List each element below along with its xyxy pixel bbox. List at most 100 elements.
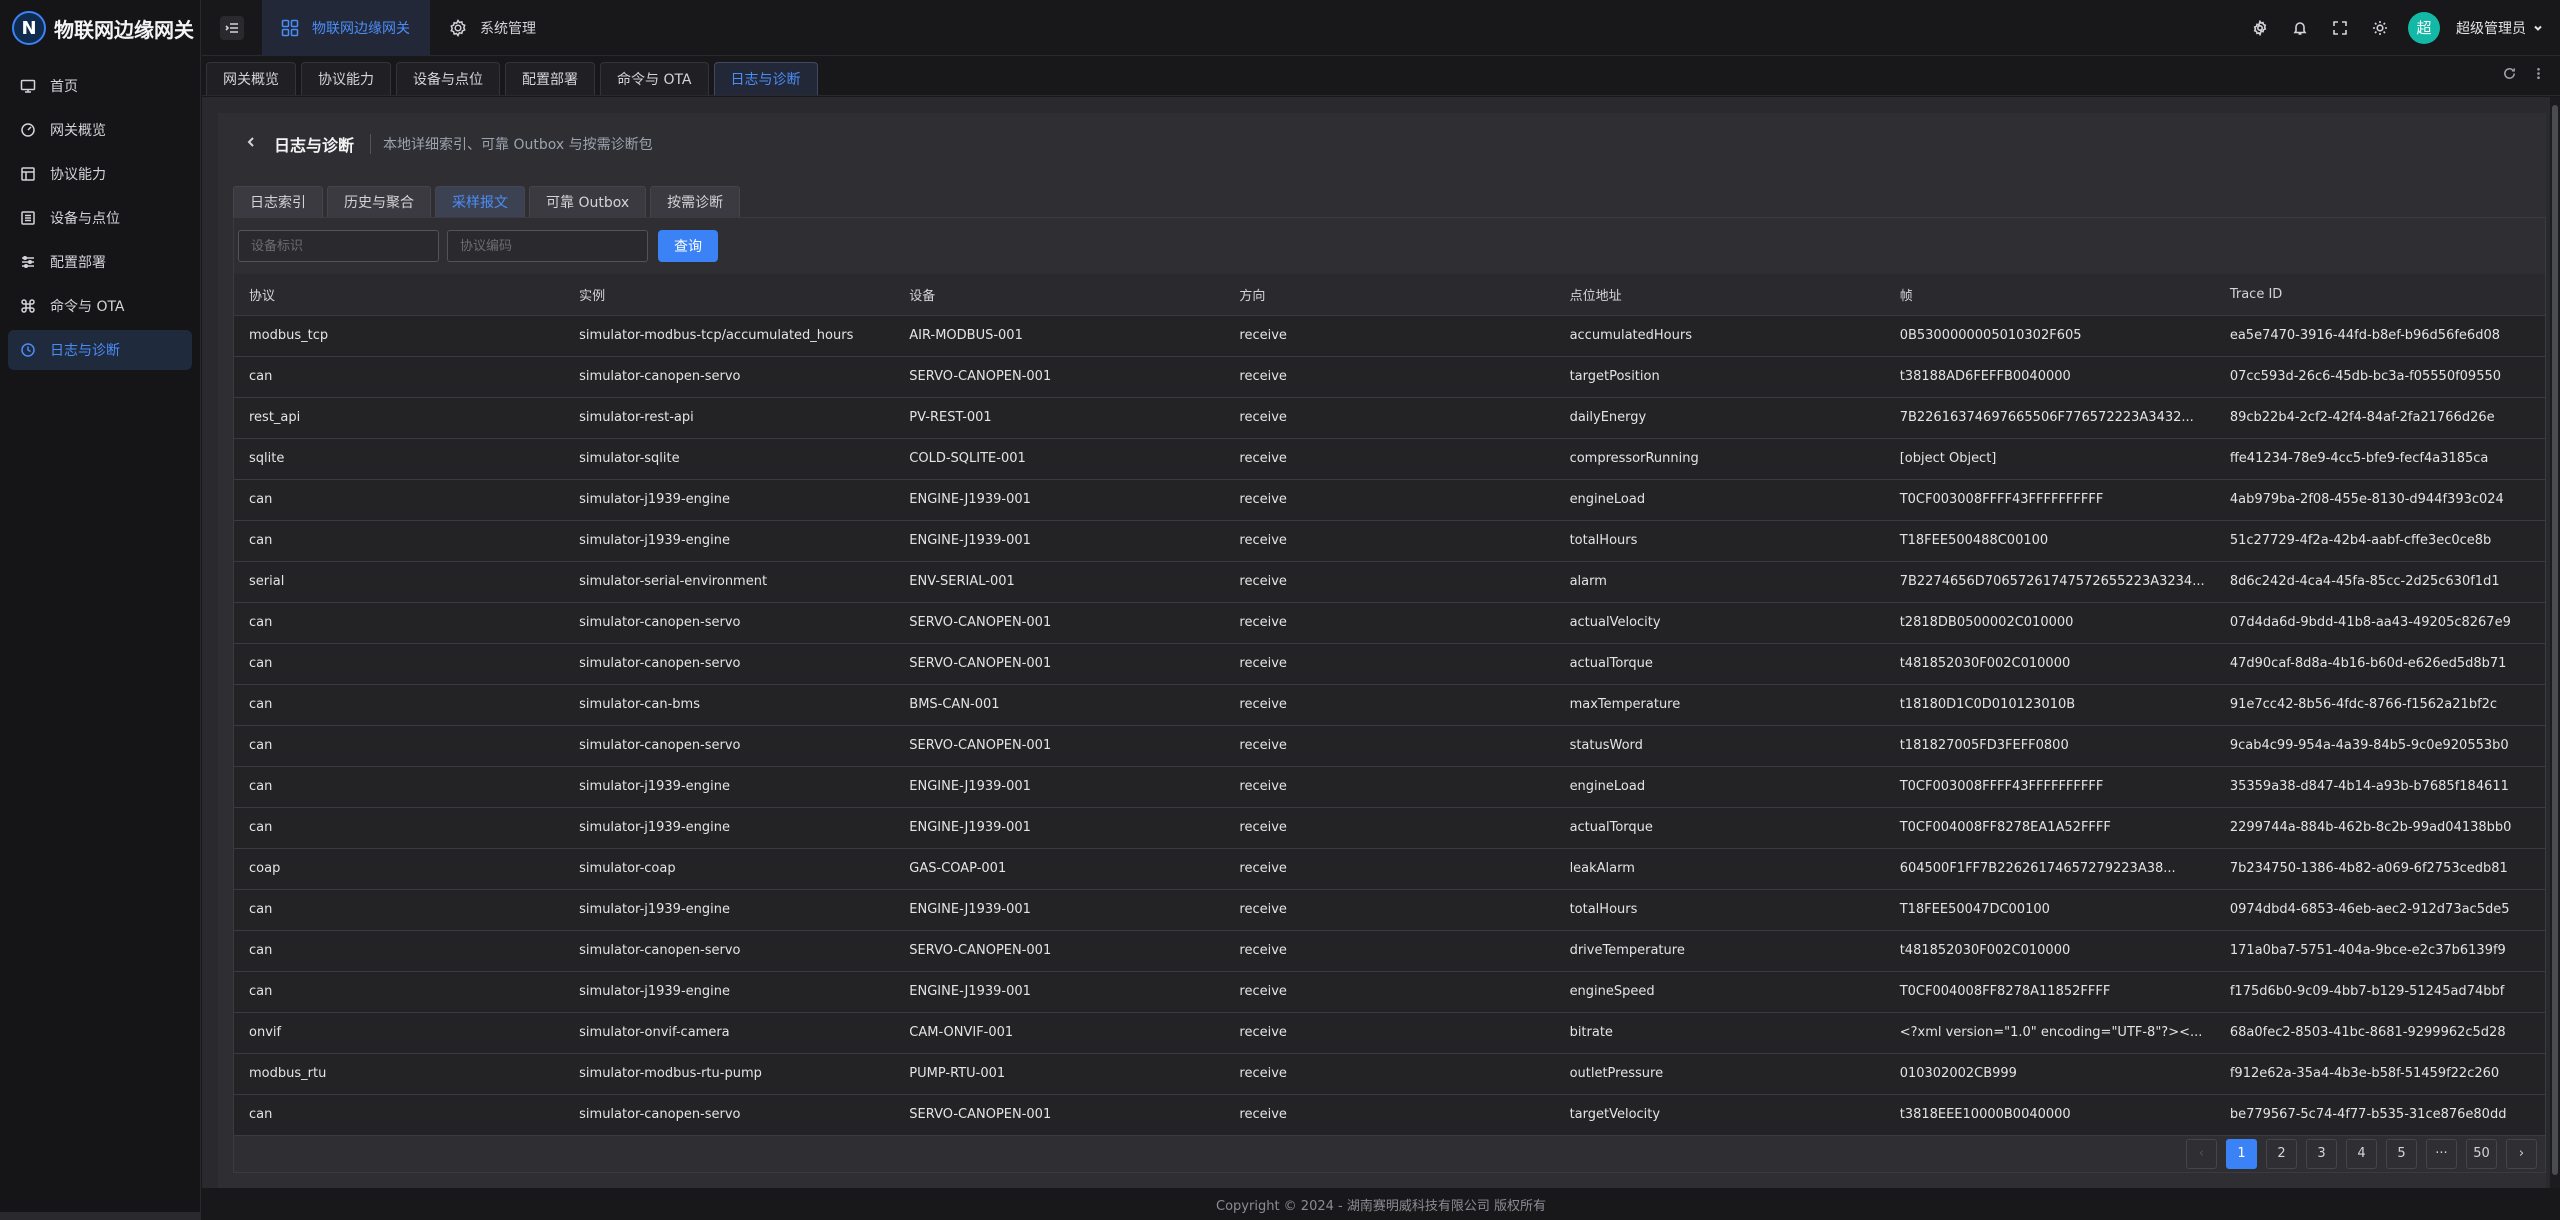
page-4[interactable]: 4 xyxy=(2346,1138,2377,1169)
col-protocol-cell: onvif xyxy=(234,1012,565,1054)
table-row[interactable]: can simulator-j1939-engine ENGINE-J1939-00… xyxy=(234,520,2545,562)
col-trace-id-cell: f912e62a-35a4-4b3e-b58f-51459f22c260 xyxy=(2214,1053,2545,1095)
page-50[interactable]: 50 xyxy=(2466,1138,2497,1169)
table-row[interactable]: can simulator-j1939-engine ENGINE-J1939-00… xyxy=(234,479,2545,521)
table-row[interactable]: can simulator-j1939-engine ENGINE-J1939-00… xyxy=(234,971,2545,1013)
col-instance-cell: simulator-rest-api xyxy=(564,397,895,439)
top-nav-iot-gateway[interactable]: 物联网边缘网关 xyxy=(262,0,430,56)
table-row[interactable]: can simulator-j1939-engine ENGINE-J1939-00… xyxy=(234,766,2545,808)
col-instance-cell: simulator-canopen-servo xyxy=(564,930,895,972)
table-row[interactable]: can simulator-j1939-engine ENGINE-J1939-00… xyxy=(234,889,2545,931)
back-button[interactable] xyxy=(244,135,258,153)
top-nav-system[interactable]: 系统管理 xyxy=(430,0,556,56)
col-device-cell: PUMP-RTU-001 xyxy=(894,1053,1225,1095)
sidebar-item-protocols[interactable]: 协议能力 xyxy=(8,154,192,194)
top-nav: 物联网边缘网关 系统管理 xyxy=(262,0,556,56)
table-row[interactable]: can simulator-canopen-servo SERVO-CANOPEN-… xyxy=(234,725,2545,767)
col-device-cell: ENGINE-J1939-001 xyxy=(894,807,1225,849)
table-row[interactable]: can simulator-canopen-servo SERVO-CANOPEN-… xyxy=(234,356,2545,398)
page-ellipsis[interactable]: ··· xyxy=(2426,1138,2457,1169)
table-header-row: 协议 实例 设备 方向 点位地址帧 Trace ID xyxy=(234,274,2545,316)
theme-toggle-button[interactable] xyxy=(2368,16,2392,40)
page-1[interactable]: 1 xyxy=(2226,1138,2257,1169)
table-row[interactable]: modbus_rtu simulator-modbus-rtu-pump PUMP-… xyxy=(234,1053,2545,1095)
table-row[interactable]: coap simulator-coap GAS-COAP-001 receive lea… xyxy=(234,848,2545,890)
col-frame-cell: T18FEE50047DC00100 xyxy=(1884,889,2215,931)
settings-button[interactable] xyxy=(2248,16,2272,40)
protocol-code-input[interactable] xyxy=(447,230,648,262)
tab-devices[interactable]: 设备与点位 xyxy=(396,62,500,95)
col-frame-cell: t3818EEE10000B0040000 xyxy=(1884,1094,2215,1136)
fullscreen-button[interactable] xyxy=(2328,16,2352,40)
col-frame-cell: T0CF003008FFFF43FFFFFFFFFF xyxy=(1884,766,2215,808)
sidebar-item-devices[interactable]: 设备与点位 xyxy=(8,198,192,238)
scroll-thumb[interactable] xyxy=(2552,105,2558,1175)
collapse-sidebar-button[interactable] xyxy=(220,15,244,40)
col-point-address-cell: statusWord xyxy=(1554,725,1885,767)
refresh-button[interactable] xyxy=(2502,66,2517,85)
user-menu[interactable]: 超级管理员 xyxy=(2456,18,2544,38)
subtab-log-index[interactable]: 日志索引 xyxy=(233,186,323,217)
sidebar-item-commands[interactable]: 命令与 OTA xyxy=(8,286,192,326)
tab-gateway-overview[interactable]: 网关概览 xyxy=(206,62,296,95)
col-frame-cell: T0CF004008FF8278A11852FFFF xyxy=(1884,971,2215,1013)
col-device-cell: ENGINE-J1939-001 xyxy=(894,520,1225,562)
query-button[interactable]: 查询 xyxy=(658,230,718,262)
subtab-outbox[interactable]: 可靠 Outbox xyxy=(529,186,647,217)
table-row[interactable]: rest_api simulator-rest-api PV-REST-001 rec… xyxy=(234,397,2545,439)
col-point-address-cell: targetVelocity xyxy=(1554,1094,1885,1136)
table-row[interactable]: can simulator-canopen-servo SERVO-CANOPEN-… xyxy=(234,1094,2545,1136)
device-id-input[interactable] xyxy=(238,230,439,262)
brand[interactable]: N 物联网边缘网关 xyxy=(0,0,200,56)
table-row[interactable]: can simulator-canopen-servo SERVO-CANOPEN-… xyxy=(234,930,2545,972)
tab-logs[interactable]: 日志与诊断 xyxy=(713,62,818,95)
subtab-sampled-frames[interactable]: 采样报文 xyxy=(435,186,525,217)
sidebar-item-gateway-overview[interactable]: 网关概览 xyxy=(8,110,192,150)
col-trace-id-cell: 68a0fec2-8503-41bc-8681-9299962c5d28 xyxy=(2214,1012,2545,1054)
prev-page-button[interactable]: ‹ xyxy=(2186,1138,2217,1169)
col-protocol-cell: can xyxy=(234,807,565,849)
layout-icon xyxy=(21,167,35,181)
tab-commands-ota[interactable]: 命令与 OTA xyxy=(600,62,709,95)
table-row[interactable]: can simulator-can-bms BMS-CAN-001 receive ma… xyxy=(234,684,2545,726)
col-instance-cell: simulator-serial-environment xyxy=(564,561,895,603)
tab-config[interactable]: 配置部署 xyxy=(505,62,595,95)
table-row[interactable]: modbus_tcp simulator-modbus-tcp/accumulat… xyxy=(234,315,2545,357)
avatar[interactable]: 超 xyxy=(2408,11,2440,44)
table-row[interactable]: onvif simulator-onvif-camera CAM-ONVIF-001… xyxy=(234,1012,2545,1054)
page-2[interactable]: 2 xyxy=(2266,1138,2297,1169)
table-row[interactable]: serial simulator-serial-environment ENV-SE… xyxy=(234,561,2545,603)
sidebar-item-label: 网关概览 xyxy=(50,123,106,139)
table-row[interactable]: can simulator-canopen-servo SERVO-CANOPEN-… xyxy=(234,602,2545,644)
col-point-address-cell: targetPosition xyxy=(1554,356,1885,398)
dashboard-icon xyxy=(21,123,35,137)
notifications-button[interactable] xyxy=(2288,16,2312,40)
col-protocol-cell: can xyxy=(234,766,565,808)
col-device-cell: SERVO-CANOPEN-001 xyxy=(894,1094,1225,1136)
grid-icon xyxy=(281,19,299,36)
more-button[interactable] xyxy=(2531,66,2546,85)
main-content: 日志与诊断 本地详细索引、可靠 Outbox 与按需诊断包 日志索引 历史与聚合… xyxy=(202,97,2560,1188)
table-row[interactable]: sqlite simulator-sqlite COLD-SQLITE-001 rec… xyxy=(234,438,2545,480)
table-row[interactable]: can simulator-canopen-servo SERVO-CANOPEN-… xyxy=(234,643,2545,685)
main-scrollbar[interactable] xyxy=(2550,97,2560,1188)
table-row[interactable]: can simulator-j1939-engine ENGINE-J1939-00… xyxy=(234,807,2545,849)
col-trace-id-cell: 07cc593d-26c6-45db-bc3a-f05550f09550 xyxy=(2214,356,2545,398)
next-page-button[interactable]: › xyxy=(2506,1138,2537,1169)
sidebar-scrollbar[interactable] xyxy=(0,1212,200,1220)
col-instance-cell: simulator-coap xyxy=(564,848,895,890)
gear-icon xyxy=(450,18,466,37)
chevron-down-icon xyxy=(2534,25,2542,31)
col-device-cell: ENV-SERIAL-001 xyxy=(894,561,1225,603)
sidebar-item-config[interactable]: 配置部署 xyxy=(8,242,192,282)
tab-protocols[interactable]: 协议能力 xyxy=(301,62,391,95)
subtab-history[interactable]: 历史与聚合 xyxy=(327,186,431,217)
page-tabbar: 网关概览 协议能力 设备与点位 配置部署 命令与 OTA 日志与诊断 xyxy=(202,57,2560,96)
subtab-diagnostics[interactable]: 按需诊断 xyxy=(650,186,741,217)
col-trace-id-cell: 91e7cc42-8b56-4fdc-8766-f1562a21bf2c xyxy=(2214,684,2545,726)
sun-icon xyxy=(2373,20,2387,35)
page-3[interactable]: 3 xyxy=(2306,1138,2337,1169)
page-5[interactable]: 5 xyxy=(2386,1138,2417,1169)
sidebar-item-logs[interactable]: 日志与诊断 xyxy=(8,330,192,370)
sidebar-item-home[interactable]: 首页 xyxy=(8,66,192,106)
